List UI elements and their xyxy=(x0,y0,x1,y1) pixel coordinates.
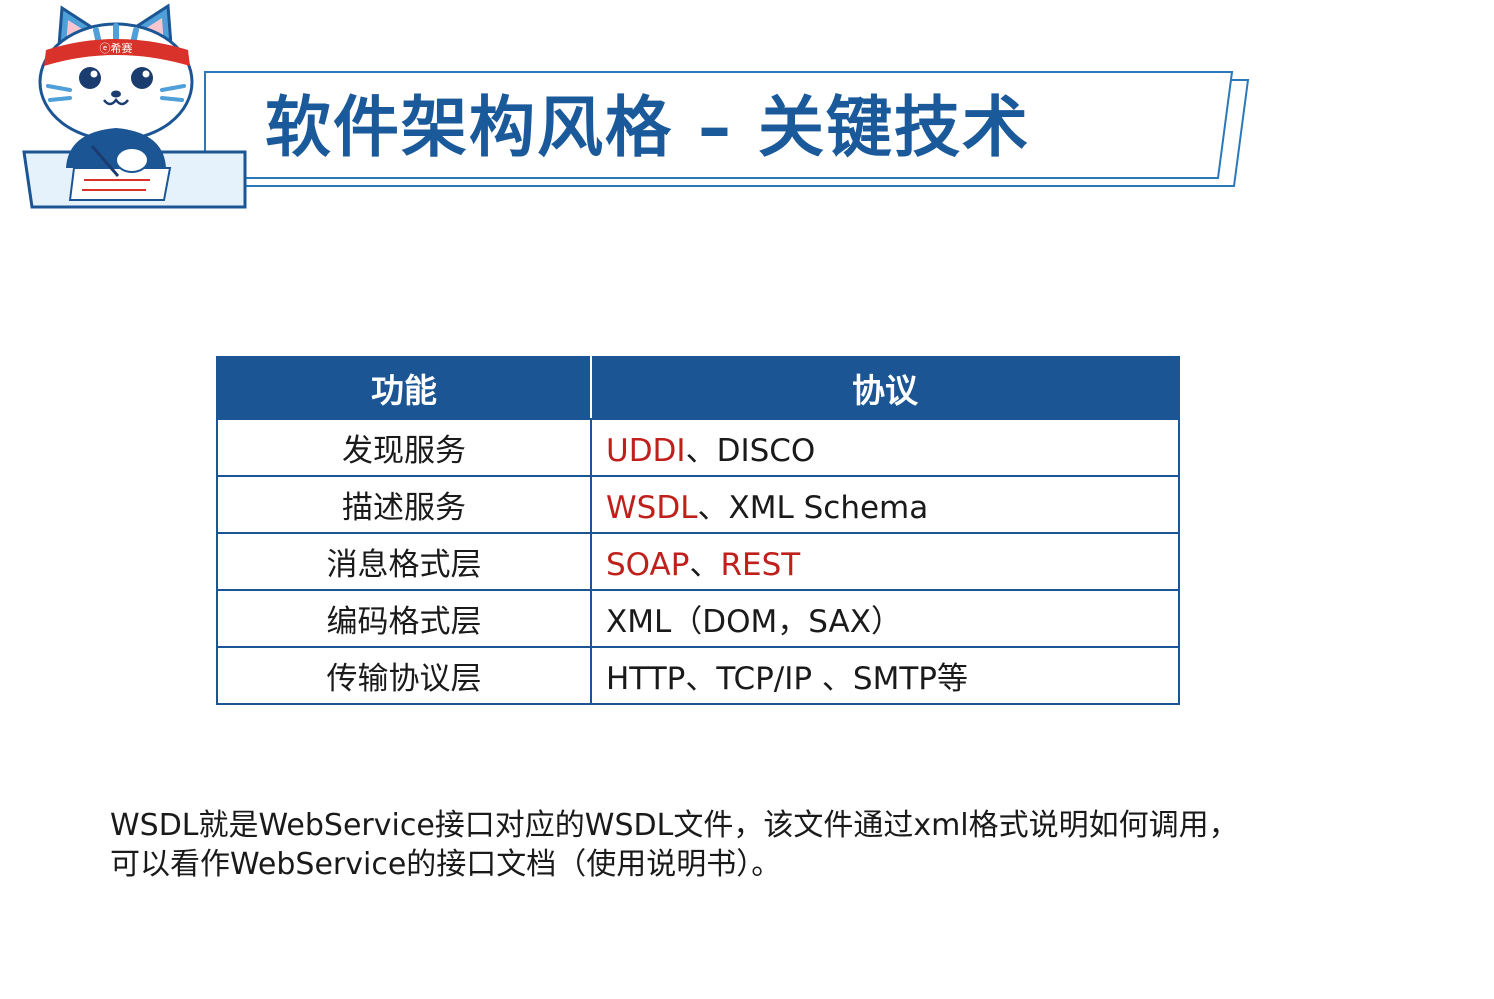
cell-protocol: WSDL、XML Schema xyxy=(590,475,1180,534)
cell-function: 消息格式层 xyxy=(216,532,592,591)
table-header-row: 功能 协议 xyxy=(216,356,1180,420)
column-header-protocol: 协议 xyxy=(590,356,1180,420)
protocol-text: HTTP、TCP/IP 、SMTP等 xyxy=(606,661,968,697)
cell-function: 编码格式层 xyxy=(216,589,592,648)
protocol-highlight: WSDL xyxy=(606,490,698,526)
protocol-table: 功能 协议 发现服务 UDDI、DISCO 描述服务 WSDL、XML Schema 消… xyxy=(216,356,1180,705)
note-line-2: 可以看作WebService的接口文档（使用说明书）。 xyxy=(110,847,782,882)
cell-function: 传输协议层 xyxy=(216,646,592,705)
cell-function: 描述服务 xyxy=(216,475,592,534)
cell-protocol: HTTP、TCP/IP 、SMTP等 xyxy=(590,646,1180,705)
svg-text:ⓔ希赛: ⓔ希赛 xyxy=(100,41,133,55)
protocol-highlight: SOAP xyxy=(606,547,690,583)
note-line-1: WSDL就是WebService接口对应的WSDL文件，该文件通过xml格式说明… xyxy=(110,808,1239,843)
protocol-text: 、DISCO xyxy=(685,433,816,469)
protocol-text: 、XML Schema xyxy=(697,490,929,526)
table-row: 传输协议层 HTTP、TCP/IP 、SMTP等 xyxy=(216,646,1180,705)
cell-protocol: XML（DOM，SAX） xyxy=(590,589,1180,648)
header-banner: ⓔ希赛 软件架构风格 – 关键技术 xyxy=(0,0,1494,230)
table-row: 发现服务 UDDI、DISCO xyxy=(216,418,1180,477)
mascot-cat-icon: ⓔ希赛 xyxy=(38,3,194,201)
protocol-highlight: UDDI xyxy=(606,433,686,469)
table-body: 发现服务 UDDI、DISCO 描述服务 WSDL、XML Schema 消息格式层 SO… xyxy=(216,418,1180,705)
wsdl-note: WSDL就是WebService接口对应的WSDL文件，该文件通过xml格式说明… xyxy=(110,806,1340,884)
protocol-text: 、 xyxy=(689,547,721,583)
cell-function: 发现服务 xyxy=(216,418,592,477)
table-row: 编码格式层 XML（DOM，SAX） xyxy=(216,589,1180,648)
column-header-function: 功能 xyxy=(216,356,592,420)
table-row: 消息格式层 SOAP、REST xyxy=(216,532,1180,591)
page-title: 软件架构风格 – 关键技术 xyxy=(265,89,1030,166)
protocol-text: XML（DOM，SAX） xyxy=(606,604,902,640)
cell-protocol: SOAP、REST xyxy=(590,532,1180,591)
cell-protocol: UDDI、DISCO xyxy=(590,418,1180,477)
table-row: 描述服务 WSDL、XML Schema xyxy=(216,475,1180,534)
protocol-highlight: REST xyxy=(720,547,801,583)
